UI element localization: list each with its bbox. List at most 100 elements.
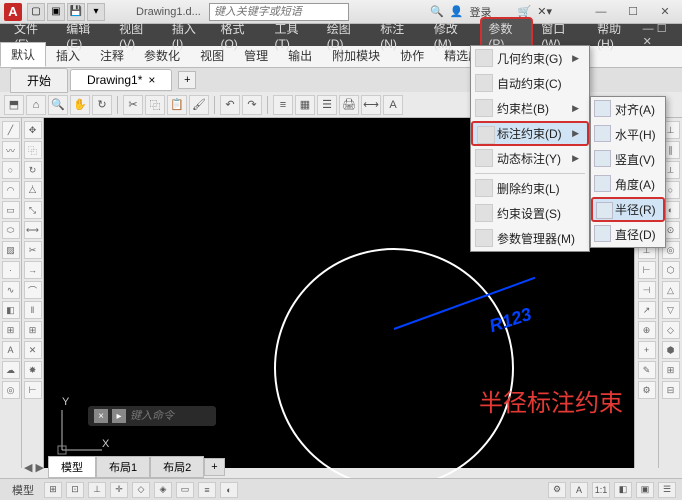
mirror-tool-icon[interactable]: ⧊	[24, 181, 42, 199]
ribbon-tab-addins[interactable]: 附加模块	[322, 44, 390, 67]
sb-workspace-icon[interactable]: ⚙	[548, 482, 566, 498]
doc-tab-drawing1[interactable]: Drawing1*×	[70, 69, 172, 91]
tb-orbit-icon[interactable]: ↻	[92, 95, 112, 115]
menu-dimensional-constraint[interactable]: 标注约束(D)▶	[471, 121, 589, 146]
tb-layer-icon[interactable]: ≡	[273, 95, 293, 115]
stretch-tool-icon[interactable]: ⟷	[24, 221, 42, 239]
ribbon-tab-insert[interactable]: 插入	[46, 44, 90, 67]
dim-continue-icon[interactable]: ⊣	[638, 281, 656, 299]
menu-dynamic-dimension[interactable]: 动态标注(Y)▶	[471, 146, 589, 171]
menu-help[interactable]: 帮助(H)	[589, 17, 642, 54]
point-tool-icon[interactable]: ·	[2, 261, 20, 279]
menu-geometric-constraint[interactable]: 几何约束(G)▶	[471, 46, 589, 71]
tb-cut-icon[interactable]: ✂	[123, 95, 143, 115]
extend-tool-icon[interactable]: →	[24, 261, 42, 279]
ribbon-tab-manage[interactable]: 管理	[234, 44, 278, 67]
submenu-radius[interactable]: 半径(R)	[591, 197, 665, 222]
command-input[interactable]	[130, 410, 210, 422]
sb-polar-icon[interactable]: ✛	[110, 482, 128, 498]
constraint-14-icon[interactable]: ⊟	[662, 381, 680, 399]
sb-snap-icon[interactable]: ⊡	[66, 482, 84, 498]
tb-match-icon[interactable]: 🖌	[189, 95, 209, 115]
submenu-aligned[interactable]: 对齐(A)	[591, 97, 665, 122]
menu-constraint-bar[interactable]: 约束栏(B)▶	[471, 96, 589, 121]
doc-tab-start[interactable]: 开始	[10, 68, 68, 93]
rect-tool-icon[interactable]: ▭	[2, 201, 20, 219]
arc-tool-icon[interactable]: ◠	[2, 181, 20, 199]
tb-paste-icon[interactable]: 📋	[167, 95, 187, 115]
tb-undo-icon[interactable]: ↶	[220, 95, 240, 115]
circle-tool-icon[interactable]: ○	[2, 161, 20, 179]
fillet-tool-icon[interactable]: ⌒	[24, 281, 42, 299]
sb-custom-icon[interactable]: ☰	[658, 482, 676, 498]
tb-block-icon[interactable]: ▦	[295, 95, 315, 115]
mtext-tool-icon[interactable]: A	[2, 341, 20, 359]
center-mark-icon[interactable]: +	[638, 341, 656, 359]
spline-tool-icon[interactable]: ∿	[2, 281, 20, 299]
layout-tab-add[interactable]: +	[204, 458, 224, 476]
revision-tool-icon[interactable]: ☁	[2, 361, 20, 379]
sb-scale-icon[interactable]: 1:1	[592, 482, 610, 498]
sb-grid-icon[interactable]: ⊞	[44, 482, 62, 498]
menubar-min-icon[interactable]: — ☐ ✕	[643, 22, 676, 48]
table-tool-icon[interactable]: ⊞	[2, 321, 20, 339]
sb-dyn-icon[interactable]: ▭	[176, 482, 194, 498]
tb-home-icon[interactable]: ⌂	[26, 95, 46, 115]
layout-tab-layout1[interactable]: 布局1	[96, 456, 150, 478]
sb-lwt-icon[interactable]: ≡	[198, 482, 216, 498]
constraint-11-icon[interactable]: ◇	[662, 321, 680, 339]
break-tool-icon[interactable]: ⊢	[24, 381, 42, 399]
submenu-angular[interactable]: 角度(A)	[591, 172, 665, 197]
dim-edit-icon[interactable]: ✎	[638, 361, 656, 379]
line-tool-icon[interactable]: ╱	[2, 121, 20, 139]
offset-tool-icon[interactable]: ‖	[24, 301, 42, 319]
tb-pan-icon[interactable]: ✋	[70, 95, 90, 115]
constraint-12-icon[interactable]: ⬢	[662, 341, 680, 359]
submenu-diameter[interactable]: 直径(D)	[591, 222, 665, 247]
leader-icon[interactable]: ↗	[638, 301, 656, 319]
ellipse-tool-icon[interactable]: ⬭	[2, 221, 20, 239]
polyline-tool-icon[interactable]: 〰	[2, 141, 20, 159]
cmd-close-icon[interactable]: ×	[94, 409, 108, 423]
constraint-8-icon[interactable]: ⬡	[662, 261, 680, 279]
menu-parameter-manager[interactable]: 参数管理器(M)	[471, 226, 589, 251]
layout-tab-model[interactable]: 模型	[48, 456, 96, 478]
sb-otrack-icon[interactable]: ◈	[154, 482, 172, 498]
ribbon-tab-output[interactable]: 输出	[278, 44, 322, 67]
constraint-9-icon[interactable]: △	[662, 281, 680, 299]
menu-delete-constraint[interactable]: 删除约束(L)	[471, 176, 589, 201]
tb-text-icon[interactable]: A	[383, 95, 403, 115]
sb-model-label[interactable]: 模型	[6, 482, 40, 498]
new-tab-button[interactable]: +	[178, 71, 196, 89]
ribbon-tab-collab[interactable]: 协作	[390, 44, 434, 67]
ribbon-tab-view[interactable]: 视图	[190, 44, 234, 67]
tb-redo-icon[interactable]: ↷	[242, 95, 262, 115]
move-tool-icon[interactable]: ✥	[24, 121, 42, 139]
tb-dim-icon[interactable]: ⟷	[361, 95, 381, 115]
sb-osnap-icon[interactable]: ◇	[132, 482, 150, 498]
submenu-vertical[interactable]: 竖直(V)	[591, 147, 665, 172]
close-button[interactable]: ✕	[652, 3, 678, 21]
sb-iso-icon[interactable]: ◧	[614, 482, 632, 498]
tb-nav-icon[interactable]: ⬒	[4, 95, 24, 115]
layout-tab-nav-icon[interactable]: ◀ ▶	[20, 461, 48, 474]
erase-tool-icon[interactable]: ✕	[24, 341, 42, 359]
dim-baseline-icon[interactable]: ⊢	[638, 261, 656, 279]
donut-tool-icon[interactable]: ◎	[2, 381, 20, 399]
menu-auto-constrain[interactable]: 自动约束(C)	[471, 71, 589, 96]
rotate-tool-icon[interactable]: ↻	[24, 161, 42, 179]
ribbon-tab-parametric[interactable]: 参数化	[134, 44, 190, 67]
tb-plot-icon[interactable]: 🖨	[339, 95, 359, 115]
dim-style-icon[interactable]: ⚙	[638, 381, 656, 399]
tb-props-icon[interactable]: ☰	[317, 95, 337, 115]
tb-zoom-icon[interactable]: 🔍	[48, 95, 68, 115]
tolerance-icon[interactable]: ⊕	[638, 321, 656, 339]
sb-anno-icon[interactable]: A	[570, 482, 588, 498]
array-tool-icon[interactable]: ⊞	[24, 321, 42, 339]
sb-ortho-icon[interactable]: ⊥	[88, 482, 106, 498]
trim-tool-icon[interactable]: ✂	[24, 241, 42, 259]
command-line[interactable]: × ▸	[88, 406, 216, 426]
region-tool-icon[interactable]: ◧	[2, 301, 20, 319]
ribbon-tab-annotate[interactable]: 注释	[90, 44, 134, 67]
ribbon-tab-default[interactable]: 默认	[0, 42, 46, 67]
